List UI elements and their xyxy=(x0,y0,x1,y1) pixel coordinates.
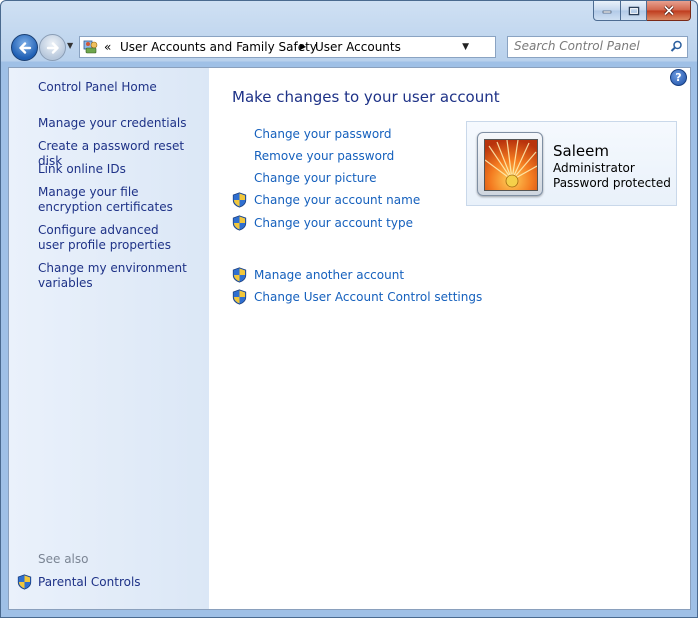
main-pane: ? Make changes to your user account Chan… xyxy=(209,68,690,609)
account-summary-card: Saleem Administrator Password protected xyxy=(466,121,677,206)
account-name: Saleem xyxy=(553,142,609,160)
search-input[interactable] xyxy=(514,39,664,53)
task-link-manage-another-account[interactable]: Manage another account xyxy=(254,268,404,282)
address-bar[interactable]: « User Accounts and Family Safety ▶ User… xyxy=(79,36,570,58)
navigation-bar: ▼ « User Accounts and Family Safety ▶ Us… xyxy=(1,32,697,62)
uac-shield-icon xyxy=(17,574,32,590)
task-link-uac-settings[interactable]: Change User Account Control settings xyxy=(254,290,482,304)
minimize-icon xyxy=(602,10,612,13)
close-button[interactable] xyxy=(647,1,691,21)
task-link-remove-password[interactable]: Remove your password xyxy=(254,149,394,163)
sidebar-link-manage-credentials[interactable]: Manage your credentials xyxy=(38,116,187,131)
control-panel-icon xyxy=(83,40,98,54)
sidebar-link-environment-variables[interactable]: Change my environment variables xyxy=(38,261,188,291)
forward-arrow-icon xyxy=(46,41,59,54)
close-icon xyxy=(663,5,674,16)
user-accounts-window: ▼ « User Accounts and Family Safety ▶ Us… xyxy=(0,0,698,618)
breadcrumb-overflow[interactable]: « xyxy=(104,40,111,54)
window-controls xyxy=(593,1,691,21)
breadcrumb-user-accounts[interactable]: User Accounts xyxy=(315,40,401,54)
help-button[interactable]: ? xyxy=(670,69,687,86)
back-arrow-icon xyxy=(18,41,31,54)
account-type: Administrator xyxy=(553,161,635,175)
maximize-icon xyxy=(628,6,639,15)
content-area: Control Panel Home Manage your credentia… xyxy=(8,67,691,610)
control-panel-home-link[interactable]: Control Panel Home xyxy=(38,80,157,95)
search-icon[interactable] xyxy=(670,40,683,53)
title-bar[interactable] xyxy=(1,1,697,31)
back-button[interactable] xyxy=(11,34,38,61)
avatar-picture xyxy=(484,139,538,191)
page-title: Make changes to your user account xyxy=(232,88,500,106)
uac-shield-icon xyxy=(232,267,247,283)
uac-shield-icon xyxy=(232,215,247,231)
breadcrumb-user-accounts-family-safety[interactable]: User Accounts and Family Safety xyxy=(120,40,317,54)
task-pane: Control Panel Home Manage your credentia… xyxy=(9,68,209,609)
maximize-button[interactable] xyxy=(621,1,647,21)
task-link-change-password[interactable]: Change your password xyxy=(254,127,392,141)
recent-pages-dropdown[interactable]: ▼ xyxy=(67,41,73,50)
uac-shield-icon xyxy=(232,192,247,208)
task-link-change-picture[interactable]: Change your picture xyxy=(254,171,376,185)
breadcrumb-separator-icon[interactable]: ▶ xyxy=(300,42,306,51)
avatar[interactable] xyxy=(477,132,543,196)
sidebar-link-encryption-certificates[interactable]: Manage your file encryption certificates xyxy=(38,185,198,215)
see-also-label: See also xyxy=(38,552,89,566)
sidebar-link-advanced-profile[interactable]: Configure advanced user profile properti… xyxy=(38,223,188,253)
uac-shield-icon xyxy=(232,289,247,305)
task-link-change-account-name[interactable]: Change your account name xyxy=(254,193,420,207)
sidebar-link-online-ids[interactable]: Link online IDs xyxy=(38,162,126,177)
minimize-button[interactable] xyxy=(593,1,621,21)
flower-picture-icon xyxy=(485,140,537,190)
search-box[interactable] xyxy=(507,36,688,58)
account-password-status: Password protected xyxy=(553,176,671,190)
address-dropdown-icon[interactable]: ▼ xyxy=(462,42,469,52)
task-link-change-account-type[interactable]: Change your account type xyxy=(254,216,413,230)
sidebar-link-parental-controls[interactable]: Parental Controls xyxy=(38,575,141,590)
forward-button[interactable] xyxy=(39,34,66,61)
